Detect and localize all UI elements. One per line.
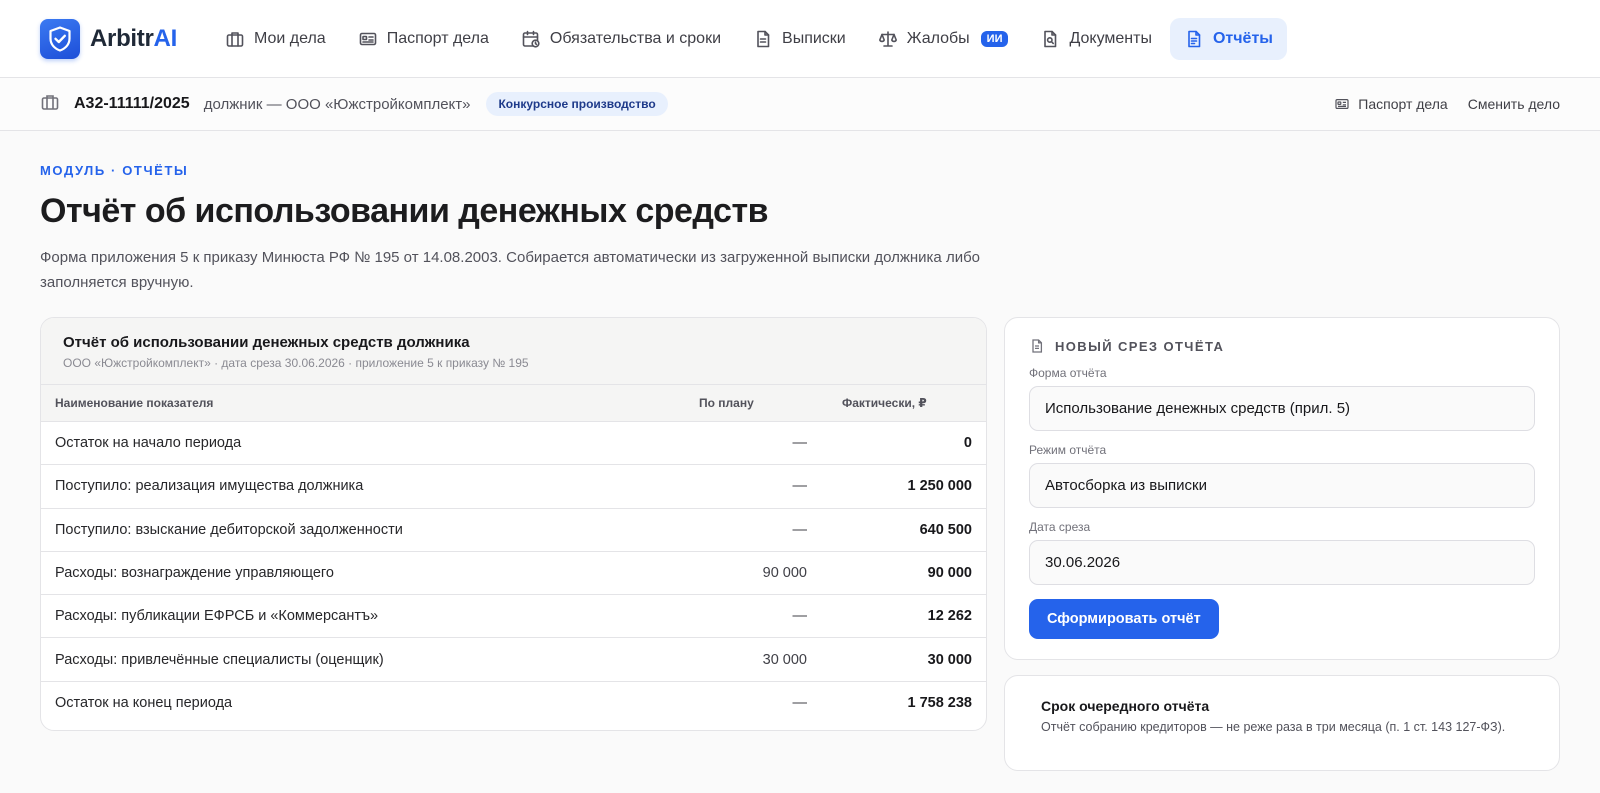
- deadline-text: Отчёт собранию кредиторов — не реже раза…: [1041, 720, 1506, 734]
- nav-item-statements[interactable]: Выписки: [739, 18, 860, 60]
- row-plan: —: [792, 521, 808, 538]
- case-bar: А32-11111/2025 должник — ООО «Южстройком…: [0, 78, 1600, 131]
- nav-label: Выписки: [782, 29, 846, 47]
- row-name: Расходы: вознаграждение управляющего: [55, 565, 334, 582]
- row-name: Поступило: взыскание дебиторской задолже…: [55, 521, 403, 538]
- report-mode-select[interactable]: Автосборка из выписки: [1029, 463, 1535, 508]
- row-fact: 1 250 000: [907, 478, 972, 495]
- generate-report-button[interactable]: Сформировать отчёт: [1029, 599, 1219, 639]
- change-case-link[interactable]: Сменить дело: [1468, 96, 1560, 112]
- nav-item-complaints[interactable]: Жалобы ИИ: [864, 18, 1023, 60]
- row-plan: —: [792, 435, 808, 452]
- row-fact: 0: [963, 435, 972, 452]
- report-table-card: Отчёт об использовании денежных средств …: [40, 317, 987, 731]
- form-title: НОВЫЙ СРЕЗ ОТЧЁТА: [1055, 338, 1225, 354]
- row-fact: 640 500: [919, 521, 972, 538]
- row-name: Остаток на начало периода: [55, 435, 242, 452]
- app-name: ArbitrAI: [90, 24, 177, 52]
- document-lines-icon: [757, 30, 770, 47]
- table-body: Остаток на начало периода — 0 Поступило:…: [41, 422, 986, 725]
- table-row: Расходы: вознаграждение управляющего 90 …: [41, 552, 986, 596]
- table-row: Остаток на начало периода — 0: [41, 422, 986, 466]
- main-content: МОДУЛЬ · ОТЧЁТЫ Отчёт об использовании д…: [0, 131, 1600, 771]
- page-description: Форма приложения 5 к приказу Минюста РФ …: [40, 249, 981, 291]
- row-plan: —: [792, 608, 808, 625]
- main-nav: Мои дела Паспорт дела Обязательства и ср…: [211, 17, 1287, 60]
- table-header: Наименование показателя По плану Фактиче…: [41, 385, 986, 422]
- content-area: Отчёт об использовании денежных средств …: [40, 317, 1560, 771]
- report-header: Отчёт об использовании денежных средств …: [41, 318, 986, 385]
- row-fact: 1 758 238: [907, 695, 972, 712]
- nav-item-my-cases[interactable]: Мои дела: [211, 18, 340, 60]
- shield-check-icon: [40, 18, 80, 59]
- nav-item-documents[interactable]: Документы: [1026, 18, 1165, 60]
- form-header: НОВЫЙ СРЕЗ ОТЧЁТА: [1029, 338, 1535, 354]
- row-plan: —: [792, 695, 808, 712]
- nav-label: Жалобы: [906, 29, 970, 47]
- next-report-deadline-card: Срок очередного отчёта Отчёт собранию кр…: [1004, 675, 1560, 771]
- case-passport-label: Паспорт дела: [1358, 96, 1448, 112]
- column-header-fact: Фактически, ₽: [842, 396, 927, 410]
- briefcase-icon: [226, 31, 244, 47]
- row-fact: 12 262: [927, 608, 972, 625]
- cutoff-date-field[interactable]: 30.06.2026: [1029, 540, 1535, 585]
- nav-label: Отчёты: [1212, 29, 1273, 47]
- column-header-name: Наименование показателя: [55, 396, 214, 410]
- row-plan: 30 000: [762, 651, 807, 668]
- nav-label: Мои дела: [253, 29, 326, 47]
- scales-icon: [878, 30, 897, 47]
- nav-item-obligations[interactable]: Обязательства и сроки: [507, 18, 735, 60]
- id-card-icon: [359, 32, 376, 45]
- change-case-label: Сменить дело: [1467, 96, 1560, 112]
- side-panel: НОВЫЙ СРЕЗ ОТЧЁТА Форма отчёта Использов…: [1004, 317, 1560, 771]
- form-type-label: Форма отчёта: [1029, 366, 1107, 380]
- nav-label: Документы: [1069, 29, 1152, 47]
- row-name: Поступило: реализация имущества должника: [55, 478, 364, 495]
- column-header-plan: По плану: [699, 396, 754, 410]
- report-title: Отчёт об использовании денежных средств …: [63, 334, 470, 351]
- nav-item-case-passport[interactable]: Паспорт дела: [344, 18, 503, 60]
- form-type-select[interactable]: Использование денежных средств (прил. 5): [1029, 386, 1535, 431]
- new-report-form: НОВЫЙ СРЕЗ ОТЧЁТА Форма отчёта Использов…: [1004, 317, 1560, 660]
- row-fact: 30 000: [927, 651, 972, 668]
- case-debtor: должник — ООО «Южстройкомплект»: [203, 95, 471, 113]
- deadline-title: Срок очередного отчёта: [1041, 698, 1210, 714]
- document-search-icon: [1044, 30, 1057, 47]
- case-passport-link[interactable]: Паспорт дела: [1334, 96, 1448, 112]
- cutoff-date-label: Дата среза: [1029, 520, 1091, 534]
- document-icon: [1032, 339, 1043, 353]
- table-row: Остаток на конец периода — 1 758 238: [41, 682, 986, 725]
- table-row: Расходы: публикации ЕФРСБ и «Коммерсантъ…: [41, 595, 986, 639]
- module-eyebrow: МОДУЛЬ · ОТЧЁТЫ: [40, 163, 189, 178]
- table-row: Поступило: взыскание дебиторской задолже…: [41, 509, 986, 552]
- briefcase-icon: [40, 92, 60, 117]
- top-navigation: ArbitrAI Мои дела Паспорт дела Обязатель…: [0, 0, 1600, 78]
- row-plan: 90 000: [762, 565, 807, 582]
- table-row: Поступило: реализация имущества должника…: [41, 465, 986, 509]
- row-name: Расходы: привлечённые специалисты (оценщ…: [55, 651, 384, 668]
- calendar-clock-icon: [522, 30, 540, 48]
- row-name: Расходы: публикации ЕФРСБ и «Коммерсантъ…: [55, 608, 379, 625]
- row-name: Остаток на конец периода: [55, 695, 233, 712]
- report-icon: [1188, 30, 1201, 47]
- status-badge: Конкурсное производство: [486, 92, 668, 116]
- report-subtitle: ООО «Южстройкомплект» · дата среза 30.06…: [63, 356, 529, 370]
- nav-label: Паспорт дела: [386, 29, 489, 47]
- ai-badge: ИИ: [980, 30, 1009, 47]
- report-mode-label: Режим отчёта: [1029, 443, 1107, 457]
- row-plan: —: [792, 478, 808, 495]
- app-logo[interactable]: ArbitrAI: [40, 18, 177, 59]
- case-actions: Паспорт дела Сменить дело: [1334, 96, 1560, 112]
- table-row: Расходы: привлечённые специалисты (оценщ…: [41, 638, 986, 682]
- row-fact: 90 000: [927, 565, 972, 582]
- nav-item-reports[interactable]: Отчёты: [1169, 17, 1287, 60]
- nav-label: Обязательства и сроки: [549, 29, 722, 47]
- case-number: А32-11111/2025: [74, 95, 190, 112]
- page-title: Отчёт об использовании денежных средств: [40, 192, 769, 230]
- id-card-icon: [1335, 99, 1349, 109]
